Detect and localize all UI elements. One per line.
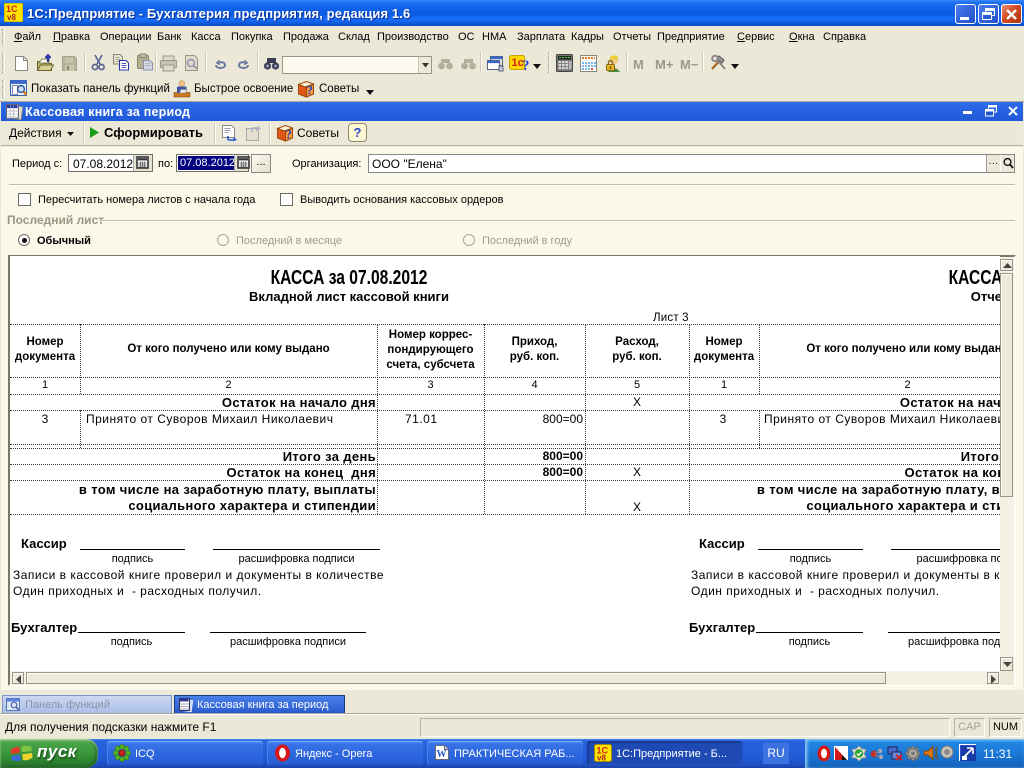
svg-text:?: ?	[286, 127, 293, 142]
svg-text:v8: v8	[7, 13, 16, 22]
svg-text:?: ?	[307, 83, 314, 98]
svg-text:?: ?	[522, 58, 530, 73]
svg-text:W: W	[437, 749, 447, 760]
svg-text:v8: v8	[597, 754, 606, 763]
